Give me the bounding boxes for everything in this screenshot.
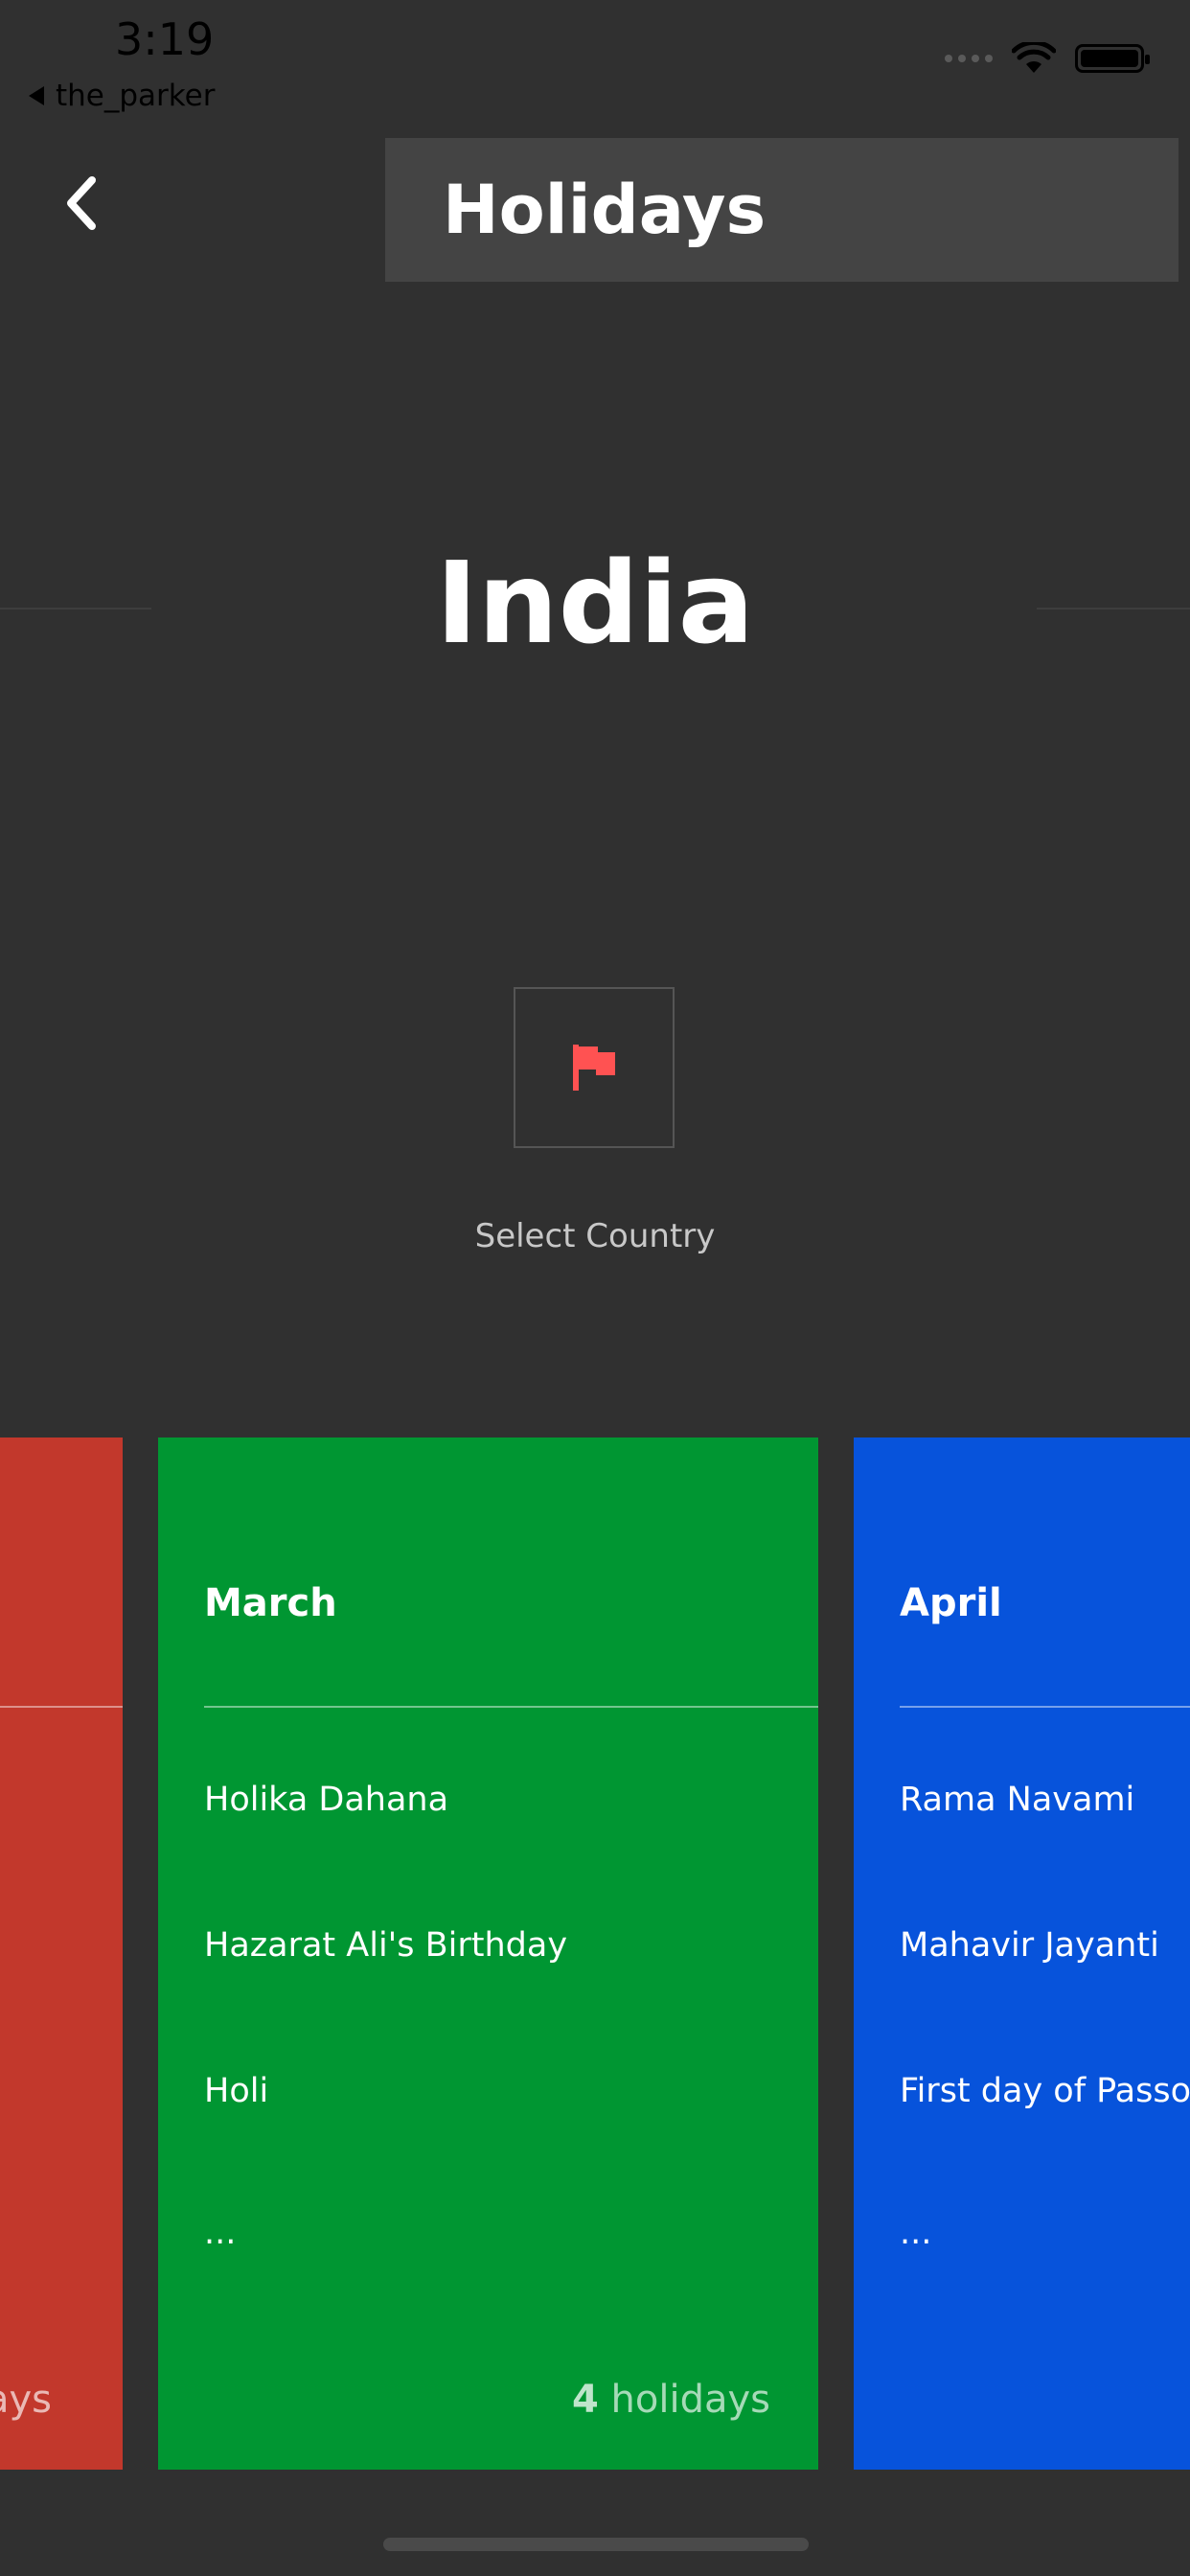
country-name: India: [435, 537, 755, 669]
wifi-icon: [1012, 42, 1056, 73]
more-ellipsis: ...: [204, 2214, 237, 2252]
status-icons: [945, 42, 1150, 75]
more-ellipsis: ...: [900, 2214, 932, 2252]
back-to-app[interactable]: the_parker: [29, 79, 215, 113]
holiday-item: Mahavir Jayanti: [900, 1926, 1159, 1965]
signal-icon: [945, 55, 993, 62]
header-title-box: Holidays: [385, 138, 1179, 282]
month-card-previous[interactable]: days: [0, 1438, 123, 2470]
battery-icon: [1075, 44, 1150, 73]
card-divider: [0, 1706, 123, 1708]
chevron-left-icon: [67, 176, 96, 230]
holiday-item: Rama Navami: [900, 1781, 1135, 1819]
holiday-count: 4 holidays: [572, 2378, 770, 2422]
holiday-item: Hazarat Ali's Birthday: [204, 1926, 568, 1965]
holiday-count-number: 4: [571, 2378, 599, 2422]
page-title: Holidays: [443, 171, 767, 249]
card-month-title: April: [900, 1581, 1002, 1625]
flag-icon: [573, 1045, 615, 1091]
holiday-count-label: holidays: [610, 2378, 770, 2422]
back-button[interactable]: [50, 169, 117, 236]
card-month-title: March: [204, 1581, 337, 1625]
month-card-april[interactable]: April Rama Navami Mahavir Jayanti First …: [854, 1438, 1190, 2470]
home-indicator[interactable]: [383, 2538, 809, 2551]
status-time: 3:19: [115, 13, 215, 65]
card-footer: days: [0, 2378, 52, 2422]
back-app-label: the_parker: [56, 79, 216, 113]
back-arrow-icon: [29, 86, 44, 105]
holiday-item: Holika Dahana: [204, 1781, 449, 1819]
month-card-march[interactable]: March Holika Dahana Hazarat Ali's Birthd…: [158, 1438, 818, 2470]
card-divider: [204, 1706, 818, 1708]
card-divider: [900, 1706, 1190, 1708]
holiday-item: First day of Passover: [900, 2072, 1190, 2110]
select-country-button[interactable]: [514, 987, 675, 1148]
select-country-label: Select Country: [474, 1217, 716, 1255]
holiday-item: Holi: [204, 2072, 269, 2110]
